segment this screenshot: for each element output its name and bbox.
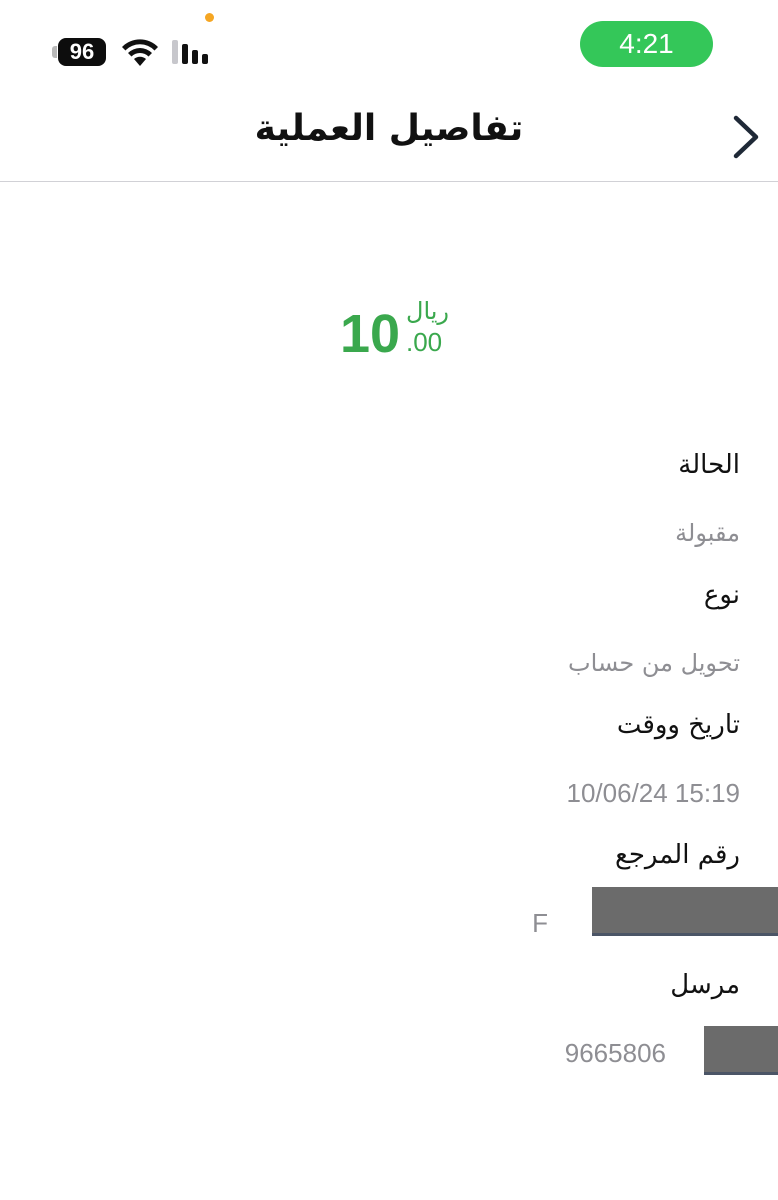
datetime-value: 10/06/24 15:19 bbox=[140, 773, 741, 813]
page-title: تفاصيل العملية bbox=[254, 108, 524, 149]
amount-integer: 10 bbox=[340, 304, 401, 364]
redaction-block bbox=[704, 1026, 778, 1072]
chevron-right-icon bbox=[733, 115, 759, 159]
amount-decimal: .00 bbox=[406, 327, 443, 357]
type-value: تحويل من حساب bbox=[568, 649, 740, 677]
detail-datetime: تاريخ ووقت 10/06/24 15:19 bbox=[140, 705, 741, 835]
back-button[interactable] bbox=[720, 110, 770, 164]
transaction-amount: 10 ريال .00 bbox=[340, 295, 470, 375]
sender-value: 9665806 bbox=[140, 1033, 740, 1073]
privacy-indicator-dot bbox=[205, 13, 214, 22]
amount-currency: ريال bbox=[406, 297, 450, 325]
redaction-block bbox=[592, 887, 778, 933]
status-label: الحالة bbox=[678, 450, 740, 480]
wifi-icon bbox=[122, 39, 158, 66]
datetime-label: تاريخ ووقت bbox=[616, 710, 740, 740]
battery-level: 96 bbox=[58, 38, 106, 66]
status-time[interactable]: 4:21 bbox=[580, 21, 713, 67]
transaction-details: الحالة مقبولة نوع تحويل من حساب تاريخ وو… bbox=[140, 445, 740, 1095]
status-bar: 96 4:21 bbox=[0, 0, 778, 90]
reference-label: رقم المرجع bbox=[615, 840, 740, 870]
battery-nub bbox=[52, 46, 57, 58]
detail-type: نوع تحويل من حساب bbox=[140, 575, 740, 705]
status-value: مقبولة bbox=[675, 519, 740, 547]
detail-status: الحالة مقبولة bbox=[140, 445, 740, 575]
datetime-text: 10/06/24 15:19 bbox=[566, 778, 741, 808]
type-label: نوع bbox=[703, 580, 740, 610]
detail-sender: مرسل 9665806 bbox=[140, 965, 740, 1095]
cellular-signal-icon bbox=[172, 40, 208, 64]
battery-indicator: 96 bbox=[52, 38, 108, 66]
navigation-bar: تفاصيل العملية bbox=[0, 90, 778, 182]
sender-label: مرسل bbox=[670, 970, 740, 1000]
